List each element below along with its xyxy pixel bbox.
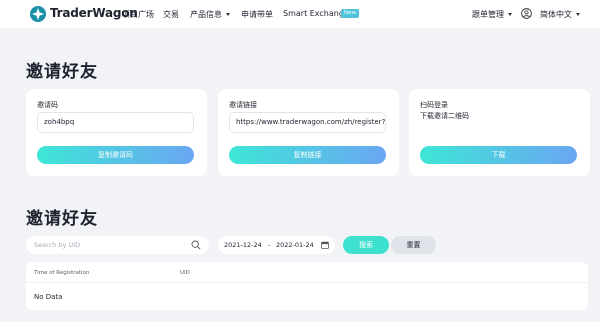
search-input[interactable]: Search by UID — [26, 236, 209, 254]
invite-link-label: 邀请链接 — [229, 101, 257, 109]
nav-item-products-label: 产品信息 — [190, 10, 222, 19]
page-title: 邀请好友 — [26, 62, 98, 82]
chevron-down-icon — [576, 13, 580, 16]
nav-item-smart-exchange[interactable]: Smart Exchange — [283, 9, 349, 18]
search-placeholder: Search by UID — [34, 241, 81, 249]
invite-code-label: 邀请码 — [37, 101, 58, 109]
invite-link-card: 邀请链接 https://www.traderwagon.com/zh/regi… — [218, 89, 399, 176]
search-button[interactable]: 搜索 — [343, 236, 389, 254]
user-icon[interactable] — [521, 8, 532, 19]
chevron-down-icon — [508, 13, 512, 16]
nav-item-trade[interactable]: 交易 — [163, 9, 179, 20]
follow-management-menu[interactable]: 跟单管理 — [472, 9, 512, 20]
column-header-uid: UID — [180, 270, 190, 276]
nav-item-apply-lead[interactable]: 申请带单 — [241, 9, 273, 20]
date-to[interactable]: 2022-01-24 — [276, 241, 314, 249]
language-label: 简体中文 — [540, 10, 572, 19]
nav-item-project-square[interactable]: 项目广场 — [122, 9, 154, 20]
table-empty-state: No Data — [34, 293, 63, 301]
download-button[interactable]: 下载 — [420, 146, 577, 164]
new-badge: New — [341, 9, 359, 18]
date-separator: - — [268, 241, 271, 249]
language-selector[interactable]: 简体中文 — [540, 9, 580, 20]
table-divider — [26, 282, 588, 283]
search-icon[interactable] — [191, 240, 201, 250]
date-from[interactable]: 2021-12-24 — [224, 241, 262, 249]
qr-code-card: 扫码登录 下载邀请二维码 下载 — [409, 89, 590, 176]
qr-download-subtitle: 下载邀请二维码 — [420, 112, 469, 120]
qr-login-label: 扫码登录 — [420, 101, 448, 109]
reset-button[interactable]: 重置 — [391, 236, 436, 254]
invite-link-field[interactable]: https://www.traderwagon.com/zh/register?… — [229, 112, 386, 133]
nav-item-products[interactable]: 产品信息 — [190, 9, 230, 20]
chevron-down-icon — [226, 13, 230, 16]
invite-code-card: 邀请码 zoh4bpq 复制邀请码 — [26, 89, 207, 176]
follow-management-label: 跟单管理 — [472, 10, 504, 19]
top-nav: TraderWagon 项目广场 交易 产品信息 申请带单 Smart Exch… — [0, 0, 600, 28]
traderwagon-logo-icon[interactable] — [30, 6, 46, 22]
copy-link-button[interactable]: 复制链接 — [229, 146, 386, 164]
column-header-registration-time: Time of Registration — [34, 270, 90, 276]
copy-invite-code-button[interactable]: 复制邀请码 — [37, 146, 194, 164]
invite-code-field[interactable]: zoh4bpq — [37, 112, 194, 133]
calendar-icon[interactable] — [321, 241, 329, 249]
section-title: 邀请好友 — [26, 209, 98, 229]
invites-table: Time of Registration UID No Data — [26, 262, 588, 310]
date-range-picker[interactable]: 2021-12-24 - 2022-01-24 — [218, 236, 335, 254]
